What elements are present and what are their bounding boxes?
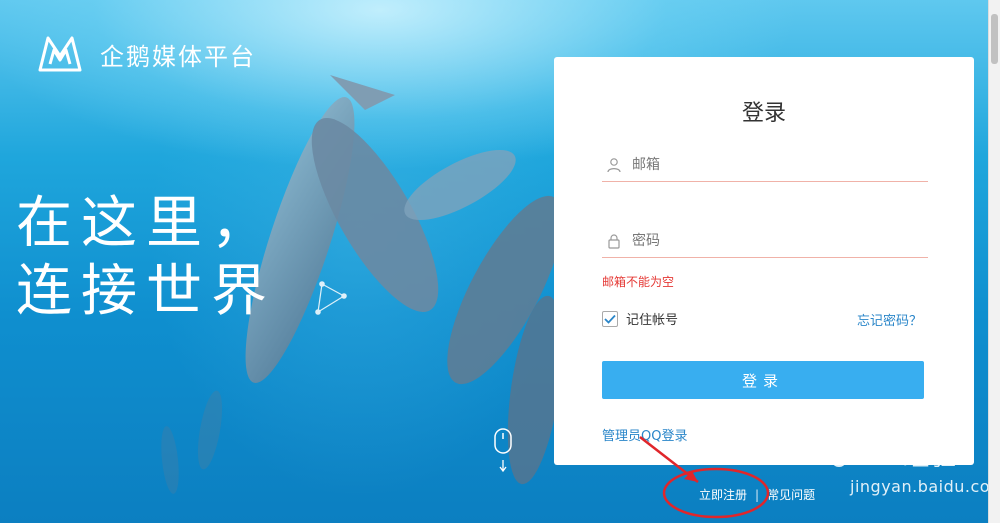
lock-icon [608,234,620,249]
remember-checkbox[interactable] [602,310,618,327]
email-input[interactable] [632,153,922,177]
m-logo-icon [38,36,82,72]
remember-label: 记住帐号 [626,313,679,328]
scroll-thumb[interactable] [991,14,998,64]
slogan-line-1: 在这里， [16,191,276,256]
remember-account[interactable]: 记住帐号 [602,309,678,328]
email-error-message: 邮箱不能为空 [602,275,675,289]
login-card: 登录 邮箱不能为空 记住帐号 忘记密码？ 登录 管理员QQ登录 [554,57,974,465]
watermark-url: jingyan.baidu.com [850,477,1000,496]
user-icon [607,158,621,173]
login-button[interactable]: 登录 [602,361,924,399]
mouse-scroll-icon[interactable] [494,428,512,474]
check-icon [604,314,616,324]
password-input[interactable] [632,229,922,253]
email-field [602,153,928,182]
watermark-brand-tail: du [852,437,898,472]
slogan-line-2: 连接世界 [16,259,276,324]
brand[interactable]: 企鹅媒体平台 [38,34,256,74]
watermark-brand: Bai [770,437,827,472]
footer-separator: | [755,487,760,502]
admin-qq-login-link[interactable]: 管理员QQ登录 [602,425,687,444]
forgot-password-link[interactable]: 忘记密码？ [857,310,922,329]
paw-icon [828,443,852,467]
brand-name: 企鹅媒体平台 [100,42,256,71]
watermark-cn: 经验 [903,442,958,472]
password-field [602,229,928,258]
login-title: 登录 [741,101,786,126]
scrollbar[interactable] [988,0,1000,523]
register-link[interactable]: 立即注册 [699,486,747,503]
baidu-watermark: Bai du 经验 jingyan.baidu.com [770,436,1000,496]
